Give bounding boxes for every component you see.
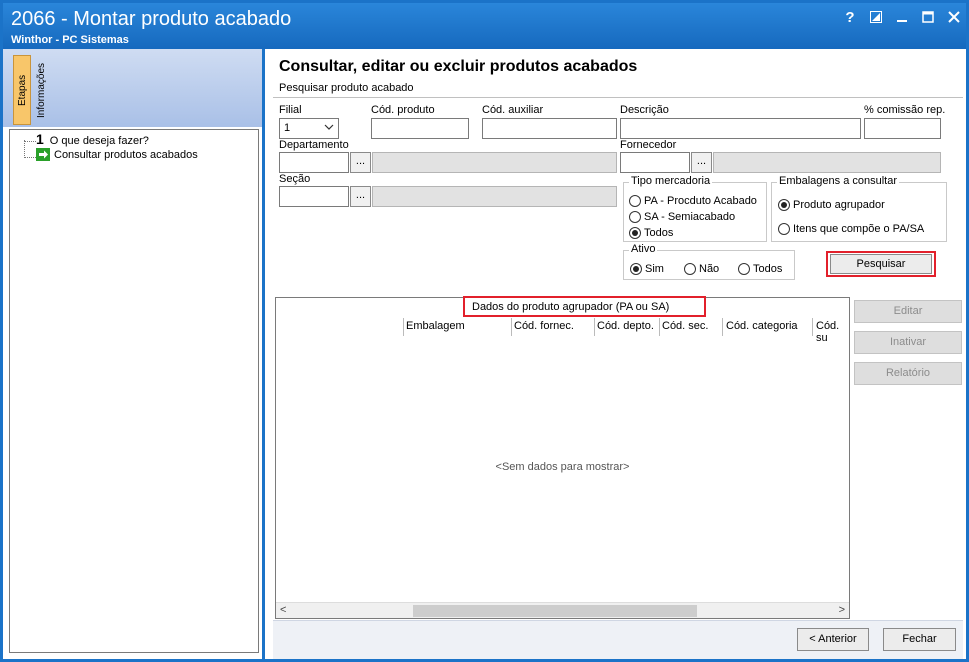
fornecedor-description <box>713 152 941 173</box>
steps-tab-header: Etapas Informações <box>3 49 262 127</box>
tipo-mercadoria-group: Tipo mercadoria PA - Procduto Acabado SA… <box>623 175 767 242</box>
step-number: 1 <box>36 131 44 147</box>
grid-group-title: Dados do produto agrupador (PA ou SA) <box>472 301 670 313</box>
empty-grid-message: <Sem dados para mostrar> <box>495 461 630 473</box>
column-header-cod-su[interactable]: Cód. su <box>816 320 849 344</box>
anterior-button[interactable]: < Anterior <box>797 628 869 651</box>
filial-select[interactable]: 1 <box>279 118 339 139</box>
page-title: Consultar, editar ou excluir produtos ac… <box>279 58 638 75</box>
horizontal-scrollbar[interactable]: < > <box>276 602 849 618</box>
maximize-icon[interactable] <box>920 9 936 27</box>
embalagens-radio-agrupador[interactable]: Produto agrupador <box>778 199 885 211</box>
arrow-right-icon <box>36 148 50 161</box>
radio-icon <box>738 263 750 275</box>
step-label: O que deseja fazer? <box>49 135 149 147</box>
inativar-button[interactable]: Inativar <box>854 331 962 354</box>
scroll-left-icon[interactable]: < <box>280 604 286 616</box>
window-title: 2066 - Montar produto acabado <box>11 8 292 30</box>
column-header-embalagem[interactable]: Embalagem <box>406 320 465 332</box>
fornecedor-lookup-button[interactable]: ... <box>691 152 712 173</box>
radio-icon <box>629 211 641 223</box>
column-header-cod-fornec[interactable]: Cód. fornec. <box>514 320 574 332</box>
main-content: Consultar, editar ou excluir produtos ac… <box>268 49 966 659</box>
scrollbar-thumb[interactable] <box>413 605 697 617</box>
title-bar: 2066 - Montar produto acabado Winthor - … <box>3 3 966 49</box>
pesquisar-button[interactable]: Pesquisar <box>830 254 932 274</box>
embalagens-radio-itens[interactable]: Itens que compõe o PA/SA <box>778 223 924 235</box>
column-header-cod-depto[interactable]: Cód. depto. <box>597 320 654 332</box>
ativo-title: Ativo <box>629 243 658 255</box>
filial-value: 1 <box>284 122 291 134</box>
chevron-down-icon <box>324 121 334 136</box>
fechar-button[interactable]: Fechar <box>883 628 956 651</box>
footer-bar: < Anterior Fechar <box>273 620 963 659</box>
fornecedor-input[interactable] <box>620 152 690 173</box>
ativo-radio-sim[interactable]: Sim <box>630 263 664 275</box>
fornecedor-label: Fornecedor <box>620 139 677 151</box>
descricao-label: Descrição <box>620 104 669 116</box>
secao-label: Seção <box>279 173 311 185</box>
steps-tree: 1 O que deseja fazer? Consultar produtos … <box>9 129 259 653</box>
radio-icon <box>684 263 696 275</box>
step-item-2[interactable]: Consultar produtos acabados <box>36 148 198 161</box>
cod-produto-input[interactable] <box>371 118 469 139</box>
radio-selected-icon <box>778 199 790 211</box>
results-grid: Dados do produto agrupador (PA ou SA) Em… <box>275 296 850 619</box>
cod-auxiliar-label: Cód. auxiliar <box>482 104 544 116</box>
embalagens-group: Embalagens a consultar Produto agrupador… <box>771 175 947 242</box>
radio-icon <box>778 223 790 235</box>
window-subtitle: Winthor - PC Sistemas <box>11 34 129 46</box>
filial-label: Filial <box>279 104 302 116</box>
ativo-radio-todos[interactable]: Todos <box>738 263 782 275</box>
ativo-group: Ativo Sim Não Todos <box>623 243 795 280</box>
app-window: 2066 - Montar produto acabado Winthor - … <box>0 0 969 662</box>
edit-icon[interactable] <box>868 9 884 27</box>
cod-auxiliar-input[interactable] <box>482 118 617 139</box>
comissao-input[interactable] <box>864 118 941 139</box>
editar-button[interactable]: Editar <box>854 300 962 323</box>
column-header-cod-sec[interactable]: Cód. sec. <box>662 320 708 332</box>
embalagens-title: Embalagens a consultar <box>777 175 900 187</box>
radio-icon <box>629 195 641 207</box>
page-subtitle: Pesquisar produto acabado <box>279 82 414 94</box>
ativo-radio-nao[interactable]: Não <box>684 263 719 275</box>
close-icon[interactable] <box>946 9 962 27</box>
secao-lookup-button[interactable]: ... <box>350 186 371 207</box>
cod-produto-label: Cód. produto <box>371 104 435 116</box>
tipo-mercadoria-title: Tipo mercadoria <box>629 175 713 187</box>
help-button[interactable]: ? <box>842 9 858 27</box>
tab-etapas[interactable]: Etapas <box>13 55 31 125</box>
radio-selected-icon <box>629 227 641 239</box>
tipo-radio-todos[interactable]: Todos <box>629 227 673 239</box>
comissao-label: % comissão rep. <box>864 104 946 116</box>
tipo-radio-pa[interactable]: PA - Procduto Acabado <box>629 195 757 207</box>
steps-panel: Etapas Informações 1 O que deseja fazer? … <box>3 49 265 659</box>
secao-description <box>372 186 617 207</box>
relatorio-button[interactable]: Relatório <box>854 362 962 385</box>
secao-input[interactable] <box>279 186 349 207</box>
minimize-icon[interactable] <box>894 9 910 27</box>
column-header-cod-categoria[interactable]: Cód. categoria <box>726 320 798 332</box>
tab-informacoes[interactable]: Informações <box>33 55 51 125</box>
radio-selected-icon <box>630 263 642 275</box>
departamento-label: Departamento <box>279 139 349 151</box>
step-label: Consultar produtos acabados <box>54 148 198 161</box>
tipo-radio-sa[interactable]: SA - Semiacabado <box>629 211 735 223</box>
step-item-1[interactable]: 1 O que deseja fazer? <box>36 131 149 147</box>
departamento-lookup-button[interactable]: ... <box>350 152 371 173</box>
client-area: Etapas Informações 1 O que deseja fazer? … <box>3 49 966 659</box>
descricao-input[interactable] <box>620 118 861 139</box>
departamento-input[interactable] <box>279 152 349 173</box>
departamento-description <box>372 152 617 173</box>
scroll-right-icon[interactable]: > <box>839 604 845 616</box>
